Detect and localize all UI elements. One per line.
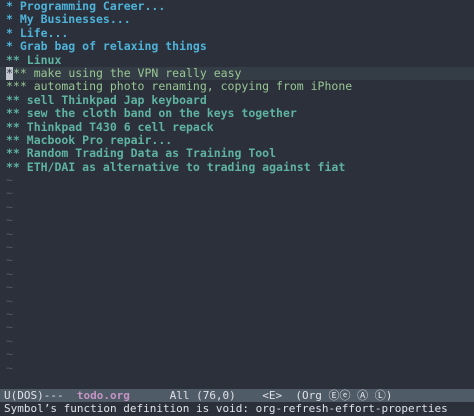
mode-line-suffix: All (76,0) <E> (Org Ⓔⓔ Ⓐ Ⓛ) <box>129 389 393 402</box>
empty-line-marker: ~ <box>6 200 13 214</box>
empty-line-marker: ~ <box>6 227 13 241</box>
org-heading-text: ** sew the cloth band on the keys togeth… <box>6 107 297 121</box>
org-heading-text: *** automating photo renaming, copying f… <box>6 80 353 94</box>
empty-line-marker: ~ <box>6 307 13 321</box>
minibuffer-message[interactable]: Symbol’s function definition is void: or… <box>0 402 474 416</box>
org-heading-line[interactable]: * Grab bag of relaxing things <box>0 40 474 53</box>
org-heading-line[interactable]: ** Random Trading Data as Training Tool <box>0 147 474 160</box>
empty-line-marker: ~ <box>6 361 13 375</box>
empty-line-marker: ~ <box>6 294 13 308</box>
org-heading-line[interactable]: *** make using the VPN really easy <box>0 66 474 81</box>
org-heading-line[interactable]: * Programming Career... <box>0 0 474 13</box>
org-heading-line[interactable]: ** Thinkpad T430 6 cell repack <box>0 121 474 134</box>
org-heading-line[interactable]: * Life... <box>0 27 474 40</box>
empty-line-marker: ~ <box>6 334 13 348</box>
org-heading-line[interactable]: * My Businesses... <box>0 13 474 26</box>
empty-line-marker: ~ <box>6 254 13 268</box>
empty-line-marker: ~ <box>6 267 13 281</box>
org-heading-text: ** Linux <box>6 53 62 67</box>
org-buffer[interactable]: * Programming Career... * My Businesses..… <box>0 0 474 386</box>
org-heading-line[interactable]: ** ETH/DAI as alternative to trading aga… <box>0 161 474 174</box>
org-heading-text: * Life... <box>6 26 69 40</box>
mode-line-buffer-name[interactable]: todo.org <box>77 389 130 402</box>
empty-line-marker: ~ <box>6 348 13 362</box>
org-heading-line[interactable]: ** Linux <box>0 54 474 67</box>
empty-line-marker: ~ <box>6 321 13 335</box>
org-heading-line[interactable]: ** sell Thinkpad Jap keyboard <box>0 94 474 107</box>
org-heading-text: ** make using the VPN really easy <box>12 66 242 80</box>
mode-line: U(DOS)--- todo.org All (76,0) <E> (Org Ⓔ… <box>0 389 474 402</box>
org-heading-text: * Grab bag of relaxing things <box>6 40 207 54</box>
empty-line-marker: ~ <box>6 281 13 295</box>
org-heading-text: ** Thinkpad T430 6 cell repack <box>6 120 214 134</box>
empty-line-marker: ~ <box>6 187 13 201</box>
org-heading-text: ** sell Thinkpad Jap keyboard <box>6 93 207 107</box>
org-heading-line[interactable]: ** Macbook Pro repair... <box>0 134 474 147</box>
mode-line-prefix: U(DOS)--- <box>4 389 77 402</box>
org-heading-line[interactable]: ** sew the cloth band on the keys togeth… <box>0 107 474 120</box>
org-heading-text: * Programming Career... <box>6 0 166 13</box>
org-heading-text: * My Businesses... <box>6 13 131 27</box>
empty-line-marker: ~ <box>6 241 13 255</box>
emacs-editor[interactable]: * Programming Career... * My Businesses..… <box>0 0 474 416</box>
text-cursor: * <box>6 66 13 80</box>
empty-line-marker: ~ <box>6 174 13 188</box>
org-heading-text: ** Macbook Pro repair... <box>6 133 173 147</box>
org-heading-line[interactable]: *** automating photo renaming, copying f… <box>0 80 474 93</box>
empty-line-marker: ~ <box>6 214 13 228</box>
org-heading-text: ** Random Trading Data as Training Tool <box>6 147 277 161</box>
org-heading-text: ** ETH/DAI as alternative to trading aga… <box>6 160 346 174</box>
